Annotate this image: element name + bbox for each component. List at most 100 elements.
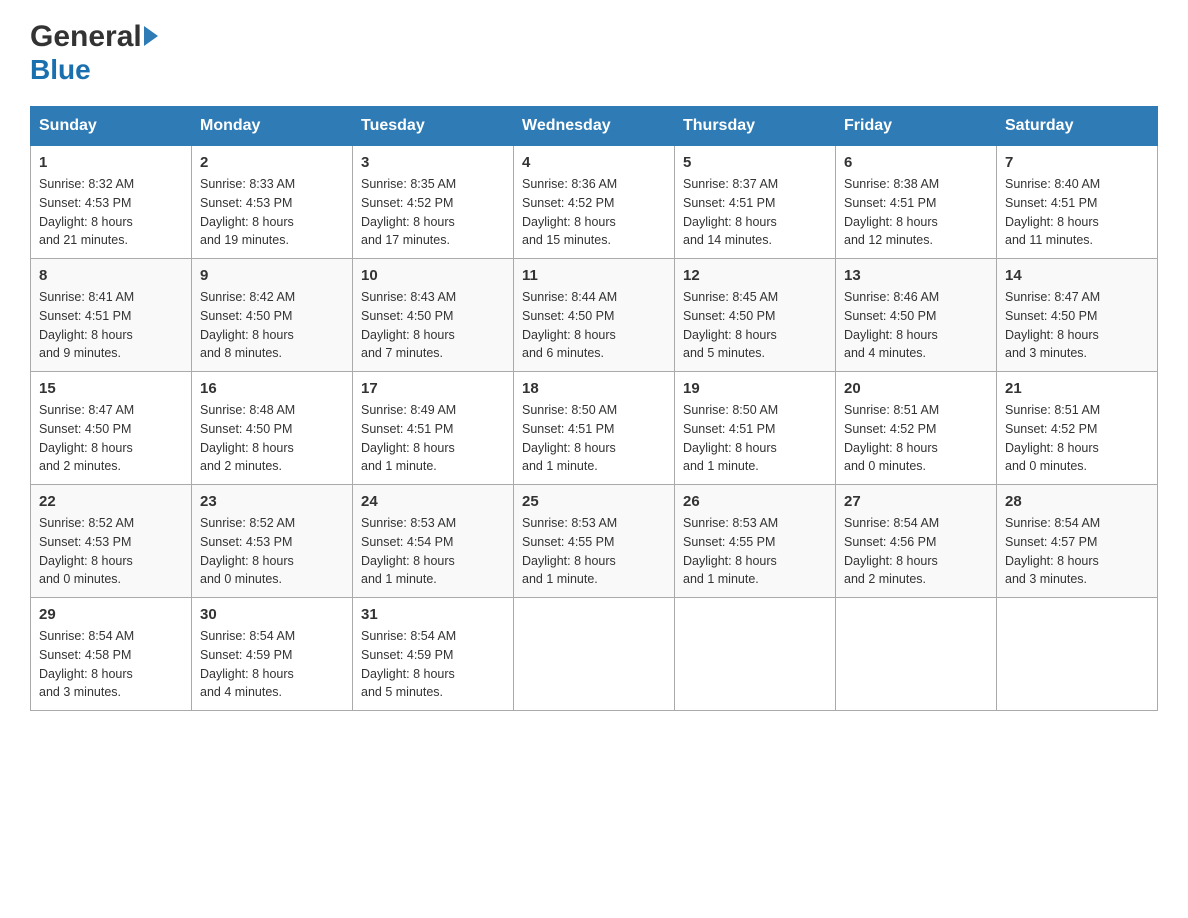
page-header: General Blue [30,20,1158,86]
day-number: 12 [683,267,827,284]
calendar-week-row: 1 Sunrise: 8:32 AMSunset: 4:53 PMDayligh… [31,146,1158,259]
calendar-cell: 21 Sunrise: 8:51 AMSunset: 4:52 PMDaylig… [997,372,1158,485]
calendar-cell [675,598,836,711]
day-info: Sunrise: 8:48 AMSunset: 4:50 PMDaylight:… [200,401,344,476]
day-info: Sunrise: 8:49 AMSunset: 4:51 PMDaylight:… [361,401,505,476]
day-number: 26 [683,493,827,510]
day-number: 24 [361,493,505,510]
day-number: 14 [1005,267,1149,284]
logo: General Blue [30,20,158,86]
day-number: 18 [522,380,666,397]
logo-arrow-icon [144,26,158,46]
day-info: Sunrise: 8:43 AMSunset: 4:50 PMDaylight:… [361,288,505,363]
day-info: Sunrise: 8:51 AMSunset: 4:52 PMDaylight:… [844,401,988,476]
day-info: Sunrise: 8:53 AMSunset: 4:55 PMDaylight:… [683,514,827,589]
calendar-cell: 7 Sunrise: 8:40 AMSunset: 4:51 PMDayligh… [997,146,1158,259]
calendar-cell [836,598,997,711]
calendar-cell: 15 Sunrise: 8:47 AMSunset: 4:50 PMDaylig… [31,372,192,485]
day-number: 11 [522,267,666,284]
day-number: 22 [39,493,183,510]
day-info: Sunrise: 8:35 AMSunset: 4:52 PMDaylight:… [361,175,505,250]
day-info: Sunrise: 8:40 AMSunset: 4:51 PMDaylight:… [1005,175,1149,250]
day-number: 25 [522,493,666,510]
calendar-cell: 28 Sunrise: 8:54 AMSunset: 4:57 PMDaylig… [997,485,1158,598]
calendar-cell: 16 Sunrise: 8:48 AMSunset: 4:50 PMDaylig… [192,372,353,485]
day-number: 3 [361,154,505,171]
weekday-header-row: SundayMondayTuesdayWednesdayThursdayFrid… [31,107,1158,146]
day-number: 20 [844,380,988,397]
day-number: 9 [200,267,344,284]
day-number: 5 [683,154,827,171]
calendar-cell: 12 Sunrise: 8:45 AMSunset: 4:50 PMDaylig… [675,259,836,372]
calendar-cell: 1 Sunrise: 8:32 AMSunset: 4:53 PMDayligh… [31,146,192,259]
day-info: Sunrise: 8:52 AMSunset: 4:53 PMDaylight:… [200,514,344,589]
calendar-week-row: 8 Sunrise: 8:41 AMSunset: 4:51 PMDayligh… [31,259,1158,372]
day-info: Sunrise: 8:44 AMSunset: 4:50 PMDaylight:… [522,288,666,363]
day-number: 19 [683,380,827,397]
day-number: 21 [1005,380,1149,397]
calendar-cell: 11 Sunrise: 8:44 AMSunset: 4:50 PMDaylig… [514,259,675,372]
calendar-cell: 18 Sunrise: 8:50 AMSunset: 4:51 PMDaylig… [514,372,675,485]
day-info: Sunrise: 8:52 AMSunset: 4:53 PMDaylight:… [39,514,183,589]
calendar-cell: 14 Sunrise: 8:47 AMSunset: 4:50 PMDaylig… [997,259,1158,372]
weekday-header-wednesday: Wednesday [514,107,675,146]
calendar-cell: 9 Sunrise: 8:42 AMSunset: 4:50 PMDayligh… [192,259,353,372]
calendar-cell: 31 Sunrise: 8:54 AMSunset: 4:59 PMDaylig… [353,598,514,711]
day-info: Sunrise: 8:54 AMSunset: 4:56 PMDaylight:… [844,514,988,589]
day-info: Sunrise: 8:54 AMSunset: 4:57 PMDaylight:… [1005,514,1149,589]
day-info: Sunrise: 8:42 AMSunset: 4:50 PMDaylight:… [200,288,344,363]
day-info: Sunrise: 8:41 AMSunset: 4:51 PMDaylight:… [39,288,183,363]
logo-blue-text: Blue [30,54,91,86]
calendar-cell: 13 Sunrise: 8:46 AMSunset: 4:50 PMDaylig… [836,259,997,372]
day-number: 28 [1005,493,1149,510]
calendar-cell: 22 Sunrise: 8:52 AMSunset: 4:53 PMDaylig… [31,485,192,598]
calendar-cell: 25 Sunrise: 8:53 AMSunset: 4:55 PMDaylig… [514,485,675,598]
calendar-cell: 10 Sunrise: 8:43 AMSunset: 4:50 PMDaylig… [353,259,514,372]
calendar-cell: 29 Sunrise: 8:54 AMSunset: 4:58 PMDaylig… [31,598,192,711]
calendar-cell: 6 Sunrise: 8:38 AMSunset: 4:51 PMDayligh… [836,146,997,259]
calendar-cell [514,598,675,711]
day-info: Sunrise: 8:33 AMSunset: 4:53 PMDaylight:… [200,175,344,250]
day-number: 30 [200,606,344,623]
calendar-week-row: 29 Sunrise: 8:54 AMSunset: 4:58 PMDaylig… [31,598,1158,711]
calendar-cell: 5 Sunrise: 8:37 AMSunset: 4:51 PMDayligh… [675,146,836,259]
calendar-cell: 8 Sunrise: 8:41 AMSunset: 4:51 PMDayligh… [31,259,192,372]
calendar-cell: 23 Sunrise: 8:52 AMSunset: 4:53 PMDaylig… [192,485,353,598]
day-number: 27 [844,493,988,510]
day-number: 2 [200,154,344,171]
calendar-cell: 19 Sunrise: 8:50 AMSunset: 4:51 PMDaylig… [675,372,836,485]
day-number: 4 [522,154,666,171]
day-info: Sunrise: 8:47 AMSunset: 4:50 PMDaylight:… [1005,288,1149,363]
weekday-header-monday: Monday [192,107,353,146]
weekday-header-sunday: Sunday [31,107,192,146]
calendar-table: SundayMondayTuesdayWednesdayThursdayFrid… [30,106,1158,711]
day-info: Sunrise: 8:38 AMSunset: 4:51 PMDaylight:… [844,175,988,250]
calendar-cell [997,598,1158,711]
day-info: Sunrise: 8:50 AMSunset: 4:51 PMDaylight:… [522,401,666,476]
day-info: Sunrise: 8:47 AMSunset: 4:50 PMDaylight:… [39,401,183,476]
calendar-cell: 20 Sunrise: 8:51 AMSunset: 4:52 PMDaylig… [836,372,997,485]
day-number: 16 [200,380,344,397]
day-number: 7 [1005,154,1149,171]
calendar-cell: 17 Sunrise: 8:49 AMSunset: 4:51 PMDaylig… [353,372,514,485]
day-info: Sunrise: 8:37 AMSunset: 4:51 PMDaylight:… [683,175,827,250]
day-info: Sunrise: 8:36 AMSunset: 4:52 PMDaylight:… [522,175,666,250]
day-number: 1 [39,154,183,171]
day-info: Sunrise: 8:53 AMSunset: 4:54 PMDaylight:… [361,514,505,589]
calendar-week-row: 15 Sunrise: 8:47 AMSunset: 4:50 PMDaylig… [31,372,1158,485]
calendar-cell: 3 Sunrise: 8:35 AMSunset: 4:52 PMDayligh… [353,146,514,259]
day-info: Sunrise: 8:54 AMSunset: 4:59 PMDaylight:… [200,627,344,702]
day-number: 23 [200,493,344,510]
weekday-header-friday: Friday [836,107,997,146]
day-info: Sunrise: 8:50 AMSunset: 4:51 PMDaylight:… [683,401,827,476]
logo-general-text: General [30,20,142,54]
weekday-header-thursday: Thursday [675,107,836,146]
day-info: Sunrise: 8:54 AMSunset: 4:59 PMDaylight:… [361,627,505,702]
weekday-header-tuesday: Tuesday [353,107,514,146]
calendar-cell: 2 Sunrise: 8:33 AMSunset: 4:53 PMDayligh… [192,146,353,259]
day-number: 8 [39,267,183,284]
calendar-cell: 26 Sunrise: 8:53 AMSunset: 4:55 PMDaylig… [675,485,836,598]
calendar-week-row: 22 Sunrise: 8:52 AMSunset: 4:53 PMDaylig… [31,485,1158,598]
weekday-header-saturday: Saturday [997,107,1158,146]
day-info: Sunrise: 8:53 AMSunset: 4:55 PMDaylight:… [522,514,666,589]
